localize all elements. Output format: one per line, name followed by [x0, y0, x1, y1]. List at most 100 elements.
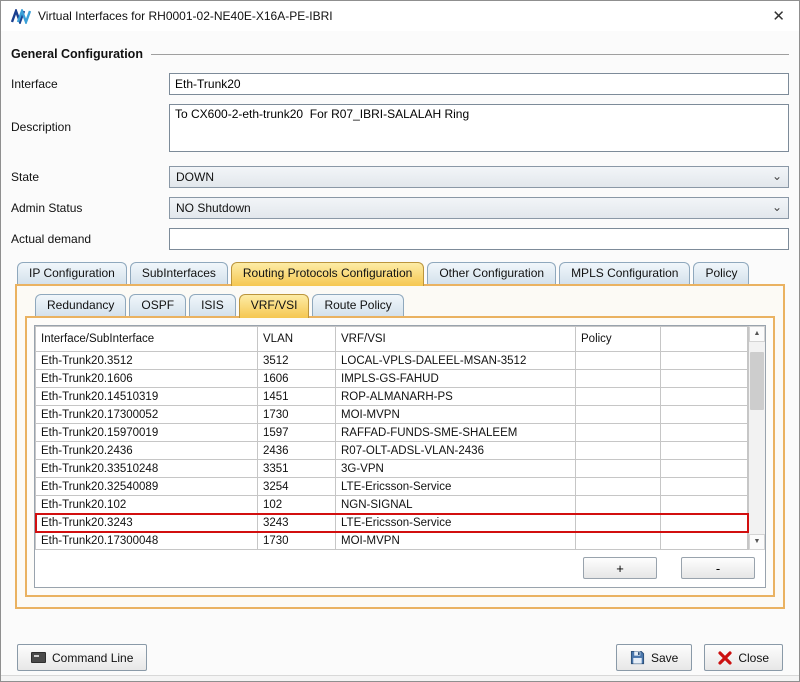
table-cell[interactable]: IMPLS-GS-FAHUD	[336, 370, 576, 388]
subtab-vrf-vsi[interactable]: VRF/VSI	[239, 294, 310, 318]
table-cell[interactable]: 1730	[258, 406, 336, 424]
table-body: Eth-Trunk20.35123512LOCAL-VPLS-DALEEL-MS…	[36, 352, 748, 550]
tab-policy[interactable]: Policy	[693, 262, 749, 284]
table-cell[interactable]: LOCAL-VPLS-DALEEL-MSAN-3512	[336, 352, 576, 370]
table-cell[interactable]: 1597	[258, 424, 336, 442]
table-cell[interactable]	[661, 370, 748, 388]
close-button[interactable]: Close	[704, 644, 783, 671]
table-cell[interactable]: LTE-Ericsson-Service	[336, 478, 576, 496]
subtab-route-policy[interactable]: Route Policy	[312, 294, 403, 316]
table-cell[interactable]	[661, 406, 748, 424]
admin-status-select[interactable]: NO Shutdown ⌄	[169, 197, 789, 219]
table-row[interactable]: Eth-Trunk20.102102NGN-SIGNAL	[36, 496, 748, 514]
table-cell[interactable]	[661, 388, 748, 406]
table-cell[interactable]: Eth-Trunk20.17300048	[36, 532, 258, 550]
tab-routing-protocols-configuration[interactable]: Routing Protocols Configuration	[231, 262, 424, 286]
table-cell[interactable]: 102	[258, 496, 336, 514]
table-cell[interactable]: Eth-Trunk20.17300052	[36, 406, 258, 424]
description-input[interactable]: To CX600-2-eth-trunk20 For R07_IBRI-SALA…	[169, 104, 789, 152]
table-cell[interactable]: 3G-VPN	[336, 460, 576, 478]
table-row[interactable]: Eth-Trunk20.173000521730MOI-MVPN	[36, 406, 748, 424]
table-cell[interactable]: 1730	[258, 532, 336, 550]
scrollbar-track[interactable]	[749, 342, 765, 534]
table-cell[interactable]: Eth-Trunk20.15970019	[36, 424, 258, 442]
table-cell[interactable]: 1451	[258, 388, 336, 406]
table-cell[interactable]: Eth-Trunk20.32540089	[36, 478, 258, 496]
table-cell[interactable]	[576, 424, 661, 442]
table-cell[interactable]: MOI-MVPN	[336, 406, 576, 424]
table-cell[interactable]: 3254	[258, 478, 336, 496]
table-cell[interactable]: R07-OLT-ADSL-VLAN-2436	[336, 442, 576, 460]
table-cell[interactable]: 2436	[258, 442, 336, 460]
table-row[interactable]: Eth-Trunk20.24362436R07-OLT-ADSL-VLAN-24…	[36, 442, 748, 460]
table-cell[interactable]	[576, 388, 661, 406]
vertical-scrollbar[interactable]: ▲ ▼	[748, 326, 765, 550]
state-select[interactable]: DOWN ⌄	[169, 166, 789, 188]
column-header[interactable]: VRF/VSI	[336, 327, 576, 352]
interface-input[interactable]	[169, 73, 789, 95]
admin-status-label: Admin Status	[11, 197, 169, 219]
column-header[interactable]: Interface/SubInterface	[36, 327, 258, 352]
subtab-ospf[interactable]: OSPF	[129, 294, 186, 316]
subtab-isis[interactable]: ISIS	[189, 294, 236, 316]
table-cell[interactable]: Eth-Trunk20.33510248	[36, 460, 258, 478]
table-cell[interactable]	[576, 352, 661, 370]
table-cell[interactable]	[576, 460, 661, 478]
table-cell[interactable]: Eth-Trunk20.2436	[36, 442, 258, 460]
table-cell[interactable]: Eth-Trunk20.102	[36, 496, 258, 514]
command-line-button[interactable]: Command Line	[17, 644, 147, 671]
tab-subinterfaces[interactable]: SubInterfaces	[130, 262, 228, 284]
tab-ip-configuration[interactable]: IP Configuration	[17, 262, 127, 284]
table-cell[interactable]	[661, 352, 748, 370]
scrollbar-thumb[interactable]	[750, 352, 764, 410]
table-cell[interactable]	[576, 496, 661, 514]
table-cell[interactable]: NGN-SIGNAL	[336, 496, 576, 514]
table-cell[interactable]: ROP-ALMANARH-PS	[336, 388, 576, 406]
table-cell[interactable]	[576, 442, 661, 460]
table-cell[interactable]	[661, 460, 748, 478]
table-cell[interactable]	[576, 514, 661, 532]
table-cell[interactable]: Eth-Trunk20.3243	[36, 514, 258, 532]
table-cell[interactable]: MOI-MVPN	[336, 532, 576, 550]
table-cell[interactable]: 3243	[258, 514, 336, 532]
table-cell[interactable]: 1606	[258, 370, 336, 388]
scroll-down-icon[interactable]: ▼	[749, 534, 765, 550]
table-cell[interactable]	[661, 442, 748, 460]
table-cell[interactable]	[661, 514, 748, 532]
table-row[interactable]: Eth-Trunk20.159700191597RAFFAD-FUNDS-SME…	[36, 424, 748, 442]
column-header[interactable]: VLAN	[258, 327, 336, 352]
table-cell[interactable]	[661, 424, 748, 442]
tab-other-configuration[interactable]: Other Configuration	[427, 262, 556, 284]
window-close-icon[interactable]: ✕	[768, 7, 789, 25]
save-button[interactable]: Save	[616, 644, 692, 671]
column-header[interactable]	[661, 327, 748, 352]
table-cell[interactable]: 3512	[258, 352, 336, 370]
add-row-button[interactable]: +	[583, 557, 657, 579]
column-header[interactable]: Policy	[576, 327, 661, 352]
table-cell[interactable]: Eth-Trunk20.1606	[36, 370, 258, 388]
table-cell[interactable]	[661, 496, 748, 514]
table-row[interactable]: Eth-Trunk20.325400893254LTE-Ericsson-Ser…	[36, 478, 748, 496]
scroll-up-icon[interactable]: ▲	[749, 326, 765, 342]
table-cell[interactable]	[576, 532, 661, 550]
table-cell[interactable]: Eth-Trunk20.14510319	[36, 388, 258, 406]
table-cell[interactable]: 3351	[258, 460, 336, 478]
remove-row-button[interactable]: -	[681, 557, 755, 579]
table-cell[interactable]	[576, 478, 661, 496]
table-row[interactable]: Eth-Trunk20.16061606IMPLS-GS-FAHUD	[36, 370, 748, 388]
actual-demand-input[interactable]	[169, 228, 789, 250]
table-row[interactable]: Eth-Trunk20.32433243LTE-Ericsson-Service	[36, 514, 748, 532]
table-cell[interactable]: LTE-Ericsson-Service	[336, 514, 576, 532]
table-cell[interactable]: RAFFAD-FUNDS-SME-SHALEEM	[336, 424, 576, 442]
table-cell[interactable]	[661, 532, 748, 550]
table-row[interactable]: Eth-Trunk20.173000481730MOI-MVPN	[36, 532, 748, 550]
subtab-redundancy[interactable]: Redundancy	[35, 294, 126, 316]
tab-mpls-configuration[interactable]: MPLS Configuration	[559, 262, 690, 284]
table-row[interactable]: Eth-Trunk20.3351024833513G-VPN	[36, 460, 748, 478]
table-cell[interactable]: Eth-Trunk20.3512	[36, 352, 258, 370]
table-cell[interactable]	[576, 370, 661, 388]
table-row[interactable]: Eth-Trunk20.145103191451ROP-ALMANARH-PS	[36, 388, 748, 406]
table-cell[interactable]	[576, 406, 661, 424]
table-row[interactable]: Eth-Trunk20.35123512LOCAL-VPLS-DALEEL-MS…	[36, 352, 748, 370]
table-cell[interactable]	[661, 478, 748, 496]
